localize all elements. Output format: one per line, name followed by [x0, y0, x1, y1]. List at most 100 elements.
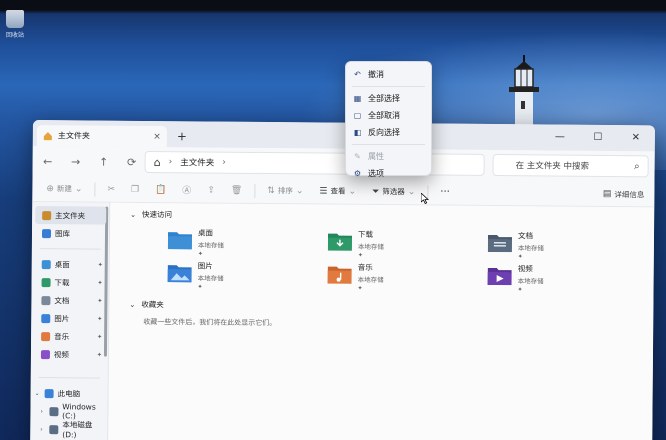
item-location: 本地存储	[517, 244, 544, 253]
divider	[254, 183, 256, 198]
sidebar-item-this-pc[interactable]: ⌄ 此电脑	[31, 384, 108, 403]
menu-item-undo[interactable]: ↶ 撤消	[346, 66, 431, 83]
sidebar-item-drive-c[interactable]: › Windows (C:)	[30, 402, 107, 421]
sidebar-item-desktop[interactable]: 桌面 ✦	[32, 255, 109, 274]
search-input[interactable]: 在 主文件夹 中搜索	[516, 159, 590, 172]
forward-button[interactable]: →	[69, 155, 83, 168]
filter-button[interactable]: ⏷ 筛选器 ⌄	[364, 178, 423, 205]
recycle-bin-icon	[6, 10, 24, 28]
sidebar-item-downloads[interactable]: 下载 ✦	[32, 273, 109, 292]
item-name: 下载	[357, 229, 374, 239]
item-location: 本地存储	[197, 274, 224, 283]
menu-item-select-all[interactable]: ▦ 全部选择	[346, 90, 431, 107]
desktop-folder-icon	[167, 232, 193, 250]
more-options-button[interactable]: ···	[432, 179, 458, 205]
drive-icon	[49, 406, 59, 416]
menu-item-select-none[interactable]: ▢ 全部取消	[346, 107, 431, 124]
rename-button[interactable]: Ⓐ	[174, 177, 199, 203]
chevron-down-icon[interactable]: ⌄	[35, 390, 41, 397]
maximize-button[interactable]: ☐	[579, 125, 617, 151]
pin-icon: ✦	[197, 283, 203, 291]
new-tab-button[interactable]: +	[177, 129, 187, 143]
delete-icon: 🗑	[230, 185, 243, 196]
pin-icon: ✦	[357, 251, 363, 259]
more-icon: ···	[440, 186, 450, 198]
sidebar-item-label: 图库	[54, 228, 71, 238]
details-button[interactable]: ▤ 详细信息	[603, 181, 645, 207]
videos-folder-icon	[487, 267, 512, 286]
menu-item-options[interactable]: ⚙ 选项	[346, 165, 431, 182]
music-icon	[41, 331, 51, 341]
breadcrumb-current[interactable]: 主文件夹	[180, 156, 214, 168]
quick-access-header[interactable]: ⌄ 快速访问	[130, 209, 172, 220]
rename-icon: Ⓐ	[182, 186, 192, 197]
up-button[interactable]: ↑	[97, 155, 111, 168]
menu-item-properties: ✎ 属性	[346, 148, 431, 165]
close-button[interactable]: ✕	[617, 125, 655, 151]
minimize-button[interactable]: —	[541, 124, 579, 150]
sidebar-item-drive-d[interactable]: › 本地磁盘 (D:)	[30, 420, 107, 439]
quick-access-music[interactable]: 音乐 本地存储 ✦	[327, 262, 478, 293]
chevron-right-icon[interactable]: ›	[40, 426, 45, 433]
item-location: 本地存储	[517, 277, 544, 286]
chevron-down-icon: ⌄	[74, 183, 83, 194]
sidebar-item-documents[interactable]: 文档 ✦	[31, 291, 108, 310]
pictures-icon	[41, 313, 51, 323]
sidebar-item-gallery[interactable]: 图库	[32, 224, 109, 243]
desktop-icon	[41, 259, 51, 269]
window-controls: — ☐ ✕	[541, 124, 655, 151]
address-bar[interactable]: ⌂ › 主文件夹 ›	[144, 150, 485, 176]
new-button[interactable]: ⊕ 新建 ⌄	[38, 176, 90, 202]
item-name: 桌面	[197, 228, 214, 238]
copy-button[interactable]: ❐	[123, 176, 147, 202]
back-button[interactable]: ←	[41, 155, 55, 168]
quick-access-documents[interactable]: 文档 本地存储 ✦	[487, 230, 638, 261]
favorites-empty-message: 收藏一些文件后，我们将在此处显示它们。	[143, 317, 277, 328]
delete-button[interactable]: 🗑	[223, 177, 251, 203]
pin-icon: ✦	[97, 333, 103, 341]
quick-access-videos[interactable]: 视频 本地存储 ✦	[487, 263, 638, 294]
chevron-down-icon: ⌄	[129, 300, 136, 309]
content-pane: ⌄ 快速访问 桌面 本地存储 ✦ 下载 本地存储 ✦ 文档 本地存储 ✦ 图片 …	[108, 202, 655, 440]
add-icon: ⊕	[46, 183, 54, 194]
close-tab-icon[interactable]: ×	[153, 132, 161, 142]
pin-icon: ✦	[97, 261, 103, 269]
sidebar-item-videos[interactable]: 视频 ✦	[31, 345, 108, 364]
menu-item-label: 全部取消	[368, 111, 400, 120]
home-icon	[42, 210, 52, 220]
view-icon: ☰	[319, 186, 328, 197]
item-name: 图片	[197, 261, 213, 271]
sidebar-item-pictures[interactable]: 图片 ✦	[31, 309, 108, 328]
more-options-menu: ↶ 撤消 ▦ 全部选择 ▢ 全部取消 ◧ 反向选择 ✎ 属性 ⚙ 选项	[345, 61, 432, 178]
pin-icon: ✦	[517, 286, 523, 294]
sidebar-item-home[interactable]: 主文件夹	[35, 206, 107, 225]
search-icon[interactable]: ⌕	[634, 161, 640, 172]
recycle-bin-shortcut[interactable]: 回收站	[2, 10, 28, 39]
sidebar-item-label: 文档	[54, 295, 70, 305]
search-box[interactable]: 在 主文件夹 中搜索 ⌕	[492, 154, 649, 178]
sort-button[interactable]: ⇅ 排序 ⌄	[259, 177, 311, 203]
mouse-cursor-icon	[421, 193, 429, 204]
select-all-icon: ▦	[353, 94, 362, 103]
documents-folder-icon	[487, 234, 512, 253]
new-label: 新建	[56, 184, 72, 194]
download-folder-icon	[327, 233, 353, 251]
chevron-down-icon: ⌄	[295, 185, 304, 196]
cut-button[interactable]: ✂	[99, 176, 123, 202]
chevron-down-icon: ⌄	[407, 186, 416, 197]
refresh-button[interactable]: ⟳	[125, 155, 139, 168]
divider	[94, 182, 96, 197]
sidebar-item-label: 此电脑	[57, 388, 81, 398]
favorites-header[interactable]: ⌄ 收藏夹	[129, 299, 163, 310]
tab-home[interactable]: 主文件夹 ×	[36, 125, 167, 148]
quick-access-pictures[interactable]: 图片 本地存储 ✦	[167, 260, 318, 291]
options-icon: ⚙	[353, 169, 362, 178]
quick-access-downloads[interactable]: 下载 本地存储 ✦	[327, 229, 478, 260]
sidebar-item-music[interactable]: 音乐 ✦	[31, 327, 108, 346]
paste-button[interactable]: 📋	[147, 176, 174, 202]
quick-access-desktop[interactable]: 桌面 本地存储 ✦	[167, 227, 318, 258]
chevron-right-icon[interactable]: ›	[40, 408, 45, 415]
breadcrumb-chevron-icon[interactable]: ›	[222, 158, 226, 168]
share-button[interactable]: ⇪	[199, 177, 223, 203]
menu-item-invert-selection[interactable]: ◧ 反向选择	[346, 124, 431, 141]
